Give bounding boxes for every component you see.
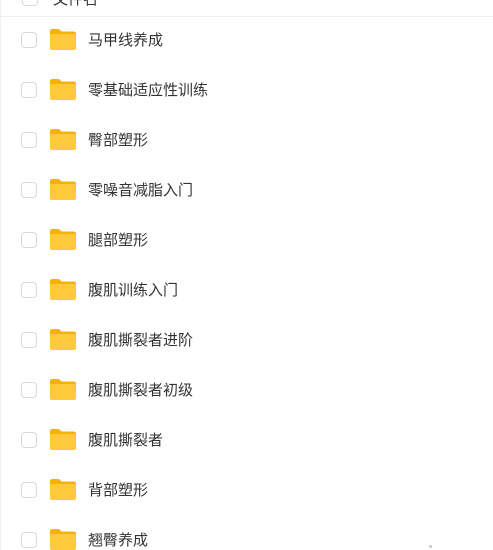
row-checkbox[interactable] — [21, 132, 37, 148]
folder-icon — [50, 229, 76, 250]
file-name[interactable]: 零噪音减脂入门 — [88, 180, 193, 200]
file-row[interactable]: 翘臀养成 — [1, 516, 493, 550]
row-checkbox[interactable] — [21, 232, 37, 248]
folder-icon — [50, 529, 76, 550]
file-name[interactable]: 腹肌撕裂者 — [88, 430, 163, 450]
row-checkbox[interactable] — [21, 432, 37, 448]
file-name[interactable]: 臀部塑形 — [88, 130, 148, 150]
row-checkbox[interactable] — [21, 32, 37, 48]
file-row[interactable]: 臀部塑形 — [1, 116, 493, 166]
file-name[interactable]: 背部塑形 — [88, 480, 148, 500]
folder-icon — [50, 279, 76, 300]
file-name[interactable]: 零基础适应性训练 — [88, 80, 208, 100]
file-name[interactable]: 腹肌撕裂者进阶 — [88, 330, 193, 350]
folder-icon — [50, 29, 76, 50]
folder-icon — [50, 429, 76, 450]
file-row[interactable]: 零噪音减脂入门 — [1, 166, 493, 216]
file-list: 马甲线养成 零基础适应性训练 臀部塑形 零噪音减脂入门 腿部塑形 腹肌训练入门 — [1, 16, 493, 550]
file-name[interactable]: 腹肌训练入门 — [88, 280, 178, 300]
row-checkbox[interactable] — [21, 82, 37, 98]
folder-icon — [50, 329, 76, 350]
row-checkbox[interactable] — [21, 532, 37, 548]
file-row[interactable]: 腹肌撕裂者进阶 — [1, 316, 493, 366]
row-checkbox[interactable] — [21, 332, 37, 348]
folder-icon — [50, 379, 76, 400]
file-name[interactable]: 翘臀养成 — [88, 530, 148, 550]
row-checkbox[interactable] — [21, 482, 37, 498]
file-list-panel: 文件名 马甲线养成 零基础适应性训练 臀部塑形 零噪音减脂入门 腿部塑形 — [0, 0, 493, 550]
file-row[interactable]: 零基础适应性训练 — [1, 66, 493, 116]
file-row[interactable]: 腹肌撕裂者初级 — [1, 366, 493, 416]
file-row[interactable]: 腿部塑形 — [1, 216, 493, 266]
row-checkbox[interactable] — [21, 382, 37, 398]
folder-icon — [50, 129, 76, 150]
file-name[interactable]: 腿部塑形 — [88, 230, 148, 250]
column-header-filename: 文件名 — [53, 0, 98, 10]
decorative-dot — [429, 545, 432, 548]
folder-icon — [50, 79, 76, 100]
folder-icon — [50, 479, 76, 500]
row-checkbox[interactable] — [21, 182, 37, 198]
file-name[interactable]: 腹肌撕裂者初级 — [88, 380, 193, 400]
file-name[interactable]: 马甲线养成 — [88, 30, 163, 50]
file-list-header: 文件名 — [1, 0, 493, 17]
file-row[interactable]: 腹肌训练入门 — [1, 266, 493, 316]
row-checkbox[interactable] — [21, 282, 37, 298]
file-row[interactable]: 背部塑形 — [1, 466, 493, 516]
folder-icon — [50, 179, 76, 200]
file-row[interactable]: 腹肌撕裂者 — [1, 416, 493, 466]
select-all-checkbox[interactable] — [22, 0, 38, 6]
file-row[interactable]: 马甲线养成 — [1, 16, 493, 66]
